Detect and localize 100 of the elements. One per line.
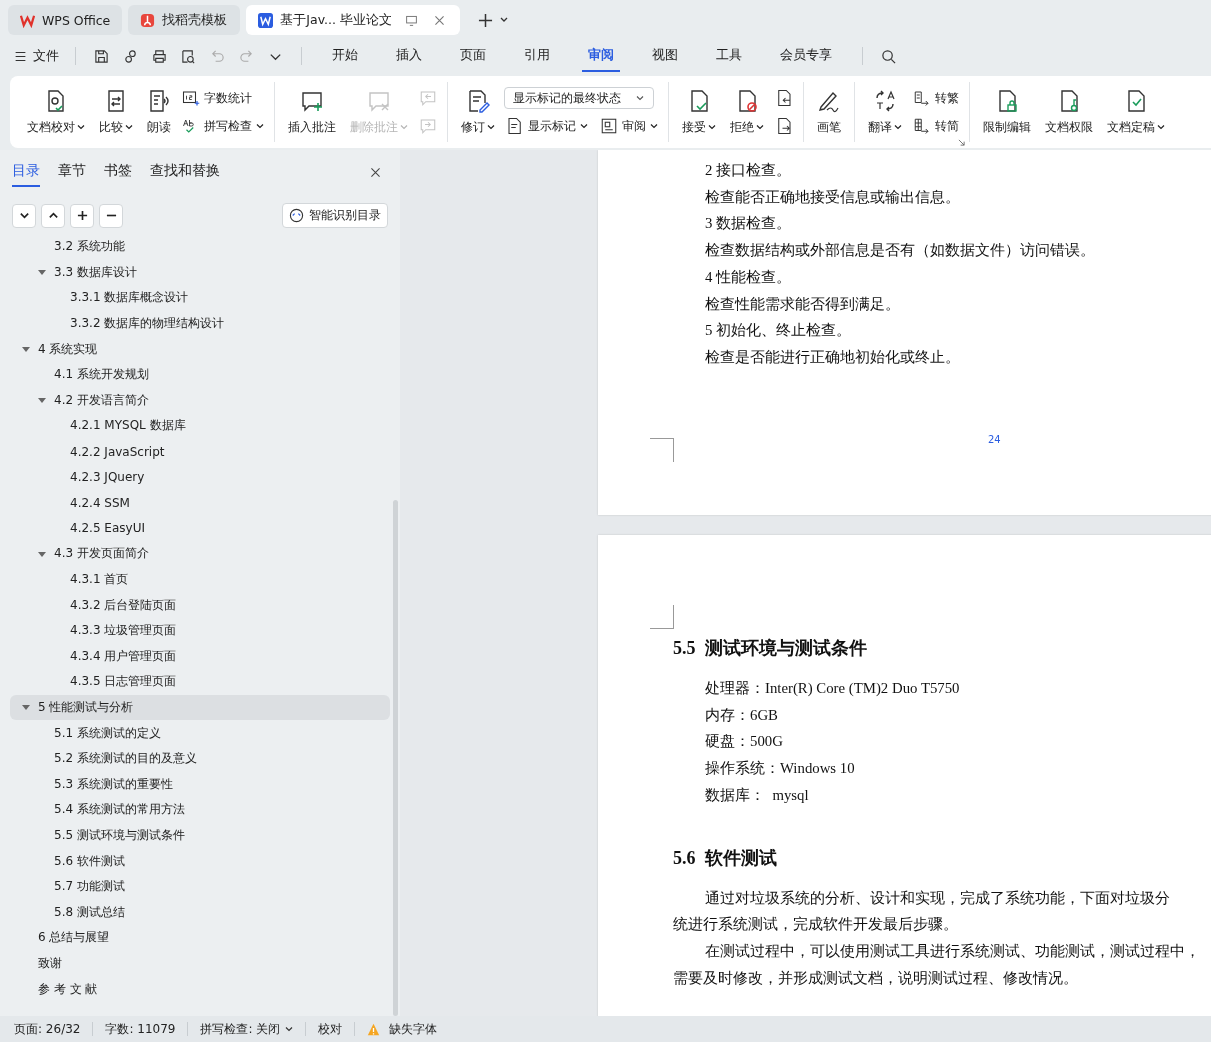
search-icon[interactable]: [881, 48, 896, 64]
ribbon-tab[interactable]: 页面: [454, 40, 492, 72]
dialog-launcher-icon[interactable]: [958, 139, 965, 146]
print-preview-icon[interactable]: [181, 48, 196, 64]
ribbon-tab[interactable]: 审阅: [582, 40, 620, 72]
ribbon-button[interactable]: 文档权限: [1040, 84, 1098, 140]
markup-view-dropdown[interactable]: 显示标记的最终状态: [504, 87, 654, 109]
toc-item[interactable]: 4.2.3 JQuery: [10, 464, 390, 490]
toc-item[interactable]: 5.1 系统测试的定义: [10, 720, 390, 746]
toc-item[interactable]: 5.3 系统测试的重要性: [10, 771, 390, 798]
toc-item[interactable]: 4.3.3 垃圾管理页面: [10, 617, 390, 644]
panel-tab[interactable]: 目录: [12, 162, 40, 187]
file-menu[interactable]: 文件: [14, 47, 59, 65]
toc-item[interactable]: 5.2 系统测试的目的及意义: [10, 745, 390, 772]
ribbon-button[interactable]: 比较: [94, 84, 138, 140]
toc-item[interactable]: 5.4 系统测试的常用方法: [10, 797, 390, 823]
toc-item[interactable]: 4 系统实现: [10, 336, 390, 362]
close-icon[interactable]: [369, 165, 382, 179]
body-text: 检查能否正确地接受信息或输出信息。: [704, 187, 961, 207]
ribbon-button[interactable]: 接受: [677, 84, 721, 140]
ribbon-button[interactable]: 文档定稿: [1102, 84, 1170, 140]
body-text: 检查是否能进行正确地初始化或终止。: [704, 347, 961, 367]
new-tab-icon[interactable]: [477, 12, 493, 28]
ribbon-button[interactable]: 朗读: [142, 84, 176, 140]
expand-arrow-icon[interactable]: [22, 703, 30, 712]
print-icon[interactable]: [152, 48, 167, 64]
toc-item[interactable]: 4.3.5 日志管理页面: [10, 669, 390, 695]
smart-toc-button[interactable]: 智能识别目录: [282, 203, 388, 228]
toc-item[interactable]: 5.7 功能测试: [10, 873, 390, 900]
expand-arrow-icon[interactable]: [38, 549, 46, 558]
toc-item[interactable]: 3.2 系统功能: [10, 234, 390, 260]
scrollbar-thumb[interactable]: [393, 500, 398, 1016]
toc-item[interactable]: 4.2.4 SSM: [10, 489, 390, 516]
ribbon-button[interactable]: 文档校对: [22, 84, 90, 140]
toc-item[interactable]: 4.2 开发语言简介: [10, 387, 390, 414]
spell-check-status[interactable]: 拼写检查: 关闭: [200, 1020, 294, 1038]
ribbon-button[interactable]: 拒绝: [725, 84, 769, 140]
ribbon-tab[interactable]: 视图: [646, 40, 684, 72]
body-text: 需要及时修改，并形成测试文档，说明测试过程、修改情况。: [673, 968, 1079, 988]
ribbon-button[interactable]: 画笔: [812, 84, 846, 140]
toc-item[interactable]: 3.3.2 数据库的物理结构设计: [10, 310, 390, 337]
comment-next-icon: [419, 117, 437, 135]
caret-icon: [894, 123, 902, 131]
toc-item[interactable]: 5.5 测试环境与测试条件: [10, 822, 390, 849]
panel-tab[interactable]: 章节: [58, 162, 86, 187]
toc-item[interactable]: 5 性能测试与分析: [10, 694, 390, 721]
toc-item[interactable]: 4.2.5 EasyUI: [10, 515, 390, 542]
ribbon-button[interactable]: 字数统计: [180, 87, 254, 109]
ribbon-button[interactable]: 拼写检查: [180, 115, 266, 137]
page-count[interactable]: 页面: 26/32: [14, 1020, 81, 1038]
toc-item[interactable]: 5.6 软件测试: [10, 848, 390, 874]
panel-tab[interactable]: 查找和替换: [150, 162, 220, 187]
ribbon-tab[interactable]: 引用: [518, 40, 556, 72]
toc-item[interactable]: 4.3.1 首页: [10, 566, 390, 593]
ribbon-tab[interactable]: 工具: [710, 40, 748, 72]
ribbon-button[interactable]: 插入批注: [283, 84, 341, 140]
caret-icon: [756, 123, 764, 131]
toc-item[interactable]: 参 考 文 献: [10, 976, 390, 1002]
ribbon-button[interactable]: 转简: [911, 115, 961, 137]
ribbon-tab[interactable]: 开始: [326, 40, 364, 72]
proofread-status[interactable]: 校对: [318, 1020, 343, 1038]
expand-arrow-icon[interactable]: [38, 396, 46, 405]
convert-arrow-icon: [913, 89, 931, 107]
toc-item[interactable]: 4.1 系统开发规划: [10, 361, 390, 388]
toc-item[interactable]: 4.2.1 MYSQL 数据库: [10, 413, 390, 439]
toc-item[interactable]: 4.2.2 JavaScript: [10, 438, 390, 465]
toc-item[interactable]: 4.3.2 后台登陆页面: [10, 592, 390, 618]
link-icon[interactable]: [123, 48, 138, 64]
ribbon-button[interactable]: 显示标记: [504, 115, 590, 137]
missing-font-status[interactable]: 缺失字体: [367, 1020, 438, 1038]
ribbon-button[interactable]: 修订: [456, 84, 500, 140]
window-tab[interactable]: WPS Office: [8, 5, 123, 35]
toc-item[interactable]: 致谢: [10, 950, 390, 977]
toc-item[interactable]: 5.8 测试总结: [10, 899, 390, 926]
collapse-button[interactable]: [12, 203, 36, 228]
toc-item[interactable]: 4.3 开发页面简介: [10, 541, 390, 567]
panel-tab[interactable]: 书签: [104, 162, 132, 187]
window-tab[interactable]: 找稻壳模板: [128, 5, 241, 35]
expand-arrow-icon[interactable]: [22, 345, 30, 354]
ribbon-tab[interactable]: 插入: [390, 40, 428, 72]
ribbon-tab[interactable]: 会员专享: [774, 40, 838, 72]
chevron-up-icon: [47, 210, 59, 221]
caret-icon: [708, 123, 716, 131]
save-icon[interactable]: [94, 48, 109, 64]
window-tab[interactable]: 基于Jav... 毕业论文: [246, 5, 460, 35]
expand-button[interactable]: [41, 203, 65, 228]
body-text: 5 初始化、终止检查。: [704, 321, 853, 341]
word-count[interactable]: 字数: 11079: [105, 1020, 176, 1038]
expand-arrow-icon[interactable]: [38, 268, 46, 277]
toc-item[interactable]: 3.3 数据库设计: [10, 259, 390, 286]
caret-icon: [77, 123, 85, 131]
toc-item[interactable]: 3.3.1 数据库概念设计: [10, 285, 390, 311]
previous-change-icon: [775, 89, 793, 107]
ribbon-button[interactable]: 审阅: [598, 115, 660, 137]
toc-item[interactable]: 4.3.4 用户管理页面: [10, 643, 390, 670]
ribbon-button[interactable]: 转繁: [911, 87, 961, 109]
ribbon-button[interactable]: 翻译: [863, 84, 907, 140]
add-button[interactable]: [70, 203, 94, 228]
toc-item[interactable]: 6 总结与展望: [10, 925, 390, 951]
ribbon-button[interactable]: 限制编辑: [978, 84, 1036, 140]
